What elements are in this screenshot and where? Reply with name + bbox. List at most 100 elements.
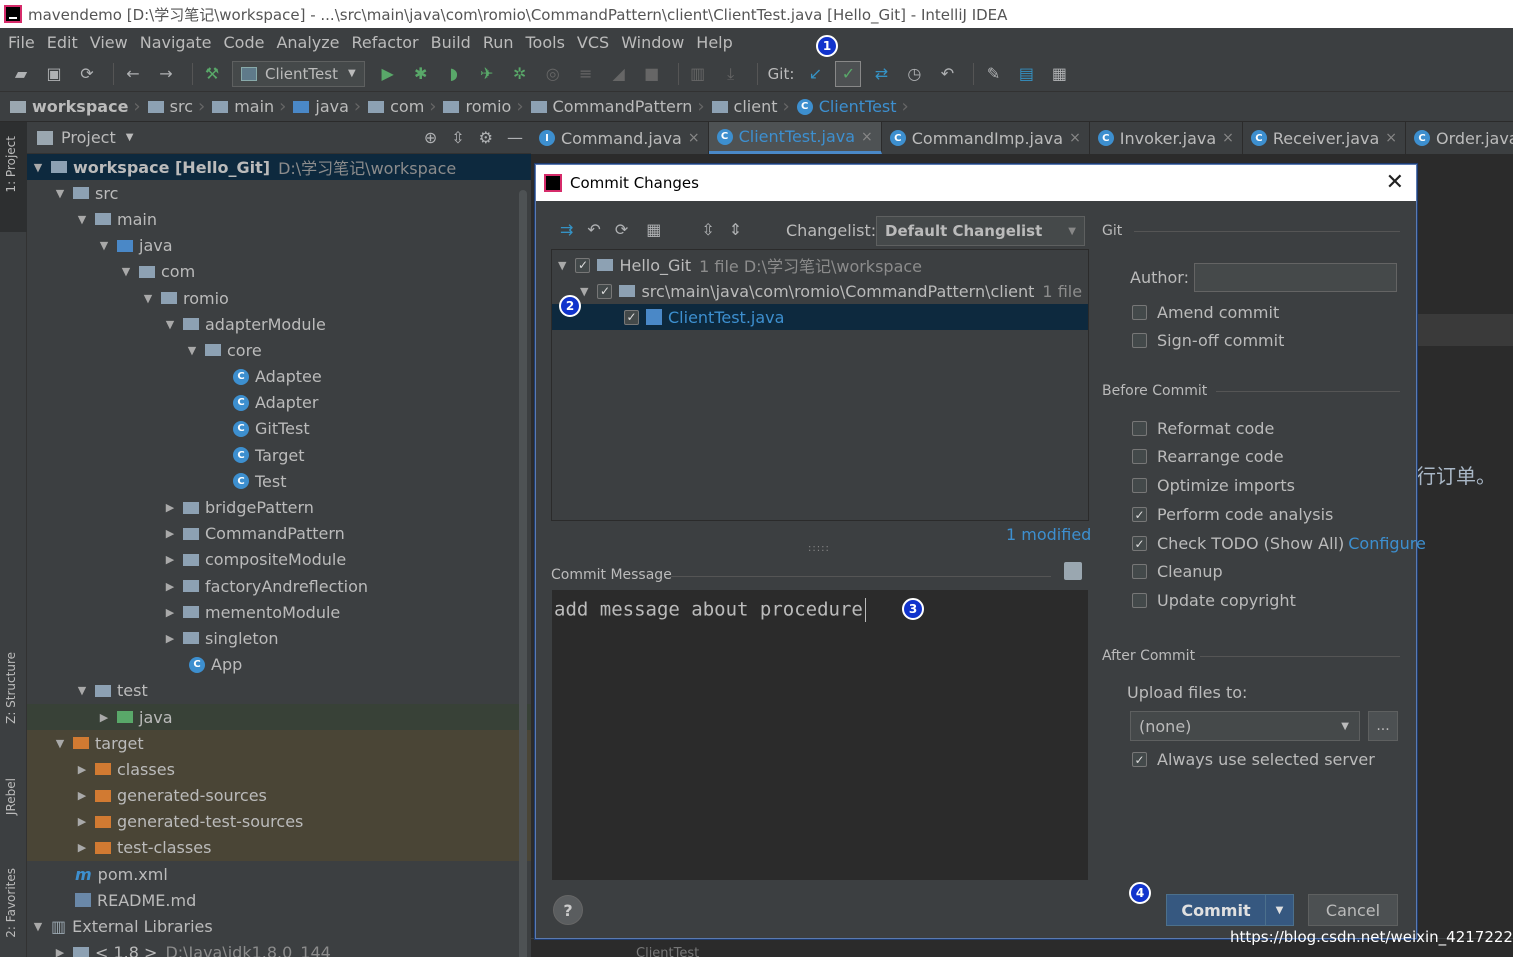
help-button[interactable]: ? [553, 895, 583, 925]
collapsed-arrow-icon[interactable]: ▶ [75, 789, 89, 802]
coverage-icon[interactable]: ◗ [441, 61, 467, 87]
forward-arrow-icon[interactable]: → [153, 61, 179, 87]
tab-commandimp-java[interactable]: C CommandImp.java × [882, 122, 1090, 154]
menu-refactor[interactable]: Refactor [346, 33, 425, 52]
tree-node-jdk[interactable]: ▶ < 1.8 > D:\Java\jdk1.8.0_144 [27, 940, 531, 957]
changes-file-row[interactable]: ✓ ClientTest.java [552, 304, 1088, 330]
upload-server-select[interactable]: (none) ▼ [1130, 711, 1360, 741]
collapsed-arrow-icon[interactable]: ▶ [163, 527, 177, 540]
breadcrumb-clienttest[interactable]: C ClientTest › [796, 96, 916, 117]
vcs-commit-icon[interactable]: ✓ [835, 60, 862, 87]
locate-file-icon[interactable]: ⊕ [424, 128, 437, 147]
build-hammer-icon[interactable]: ⚒ [199, 61, 225, 87]
tree-node-target[interactable]: ▼ target [27, 730, 531, 757]
signoff-checkbox[interactable] [1132, 333, 1147, 348]
expand-arrow-icon[interactable]: ▼ [185, 344, 199, 357]
tree-node-java[interactable]: ▼ java [27, 233, 531, 259]
file-checkbox[interactable]: ✓ [624, 309, 639, 325]
expand-arrow-icon[interactable]: ▼ [75, 213, 89, 226]
rearrange-checkbox[interactable] [1132, 449, 1147, 464]
tree-node-workspace[interactable]: ▼ workspace [Hello_Git] D:\学习笔记\workspace [27, 154, 531, 181]
menu-window[interactable]: Window [615, 33, 690, 52]
close-icon[interactable]: × [1222, 130, 1234, 146]
configure-link[interactable]: Configure [1348, 534, 1426, 553]
menu-tools[interactable]: Tools [520, 33, 571, 52]
collapsed-arrow-icon[interactable]: ▶ [97, 711, 111, 724]
rearrange-code-option[interactable]: Rearrange code [1132, 447, 1284, 466]
run-icon[interactable]: ▶ [375, 61, 401, 87]
tree-node-generated-sources[interactable]: ▶ generated-sources [27, 782, 531, 809]
close-icon[interactable]: × [861, 129, 873, 145]
always-use-server-option[interactable]: ✓ Always use selected server [1132, 750, 1375, 769]
amend-commit-option[interactable]: Amend commit [1132, 303, 1279, 322]
breadcrumb-commandpattern[interactable]: CommandPattern › [530, 96, 712, 117]
tree-node-readme[interactable]: README.md [27, 887, 531, 913]
show-diff-icon[interactable]: ⇉ [560, 220, 573, 239]
jrebel-run-icon[interactable]: ✈ [474, 61, 500, 87]
tree-node-factoryandreflection[interactable]: ▶ factoryAndreflection [27, 573, 531, 599]
sdk-manager-icon[interactable]: ▦ [1046, 61, 1072, 87]
expand-arrow-icon[interactable]: ▼ [31, 161, 45, 174]
breadcrumb-com[interactable]: com › [368, 96, 443, 117]
vcs-history-icon[interactable]: ◷ [901, 61, 927, 87]
tree-node-adapter[interactable]: C Adapter [27, 390, 531, 416]
open-folder-icon[interactable]: ▰ [8, 61, 34, 87]
collapsed-arrow-icon[interactable]: ▶ [53, 946, 67, 957]
check-todo-option[interactable]: ✓ Check TODO (Show All) Configure [1132, 534, 1426, 553]
hot-swap-icon[interactable]: ◢ [606, 61, 632, 87]
always-use-checkbox[interactable]: ✓ [1132, 752, 1147, 767]
expand-arrow-icon[interactable]: ▼ [53, 737, 67, 750]
menu-code[interactable]: Code [218, 33, 271, 52]
commit-message-history-icon[interactable] [1064, 562, 1082, 580]
collapse-all-icon[interactable]: ⇳ [451, 128, 464, 147]
tree-node-pom-xml[interactable]: m pom.xml [27, 861, 531, 887]
attach-icon[interactable]: ≡ [573, 61, 599, 87]
synchronize-icon[interactable]: ⟳ [74, 61, 100, 87]
tree-node-mementomodule[interactable]: ▶ mementoModule [27, 599, 531, 625]
breadcrumb-workspace[interactable]: workspace › [10, 96, 148, 117]
breadcrumb-java[interactable]: java › [293, 96, 368, 117]
tree-node-generated-test-sources[interactable]: ▶ generated-test-sources [27, 808, 531, 835]
analysis-checkbox[interactable]: ✓ [1132, 507, 1147, 522]
menu-run[interactable]: Run [477, 33, 520, 52]
collapsed-arrow-icon[interactable]: ▶ [75, 815, 89, 828]
tree-node-com[interactable]: ▼ com [27, 259, 531, 285]
project-tool-tab[interactable]: 1: Project [4, 136, 18, 193]
tree-node-classes[interactable]: ▶ classes [27, 756, 531, 783]
signoff-commit-option[interactable]: Sign-off commit [1132, 331, 1284, 350]
browse-servers-button[interactable]: ... [1368, 711, 1398, 741]
cleanup-checkbox[interactable] [1132, 564, 1147, 579]
tree-node-singleton[interactable]: ▶ singleton [27, 625, 531, 651]
tree-node-external-libraries[interactable]: ▼ ▥ External Libraries [27, 913, 531, 939]
cancel-button[interactable]: Cancel [1308, 894, 1398, 926]
breadcrumb-main[interactable]: main › [212, 96, 293, 117]
changes-root-row[interactable]: ▼ ✓ Hello_Git 1 file D:\学习笔记\workspace [552, 252, 1088, 278]
debug-bug-icon[interactable]: ✱ [408, 61, 434, 87]
menu-analyze[interactable]: Analyze [270, 33, 345, 52]
tree-node-test-class[interactable]: C Test [27, 468, 531, 494]
close-icon[interactable]: ✕ [1386, 170, 1404, 195]
tree-node-bridgepattern[interactable]: ▶ bridgePattern [27, 494, 531, 520]
download-icon[interactable]: ⤓ [718, 61, 744, 87]
expand-arrow-icon[interactable]: ▼ [97, 239, 111, 252]
vcs-rollback-icon[interactable]: ↶ [934, 61, 960, 87]
perform-code-analysis-option[interactable]: ✓ Perform code analysis [1132, 505, 1333, 524]
tree-node-main[interactable]: ▼ main [27, 206, 531, 232]
collapsed-arrow-icon[interactable]: ▶ [75, 763, 89, 776]
project-scrollbar[interactable] [519, 190, 527, 957]
collapse-all-icon[interactable]: ⇕ [729, 220, 742, 239]
vcs-compare-icon[interactable]: ⇄ [868, 61, 894, 87]
collapsed-arrow-icon[interactable]: ▶ [163, 501, 177, 514]
tree-node-gittest[interactable]: C GitTest [27, 416, 531, 442]
refresh-icon[interactable]: ⟳ [615, 220, 628, 239]
menu-vcs[interactable]: VCS [571, 33, 615, 52]
collapsed-arrow-icon[interactable]: ▶ [163, 553, 177, 566]
cleanup-option[interactable]: Cleanup [1132, 562, 1223, 581]
tab-receiver-java[interactable]: C Receiver.java × [1243, 122, 1406, 154]
chevron-down-icon[interactable]: ▼ [1265, 895, 1293, 925]
author-input[interactable] [1194, 263, 1397, 292]
optimize-imports-option[interactable]: Optimize imports [1132, 476, 1295, 495]
close-icon[interactable]: × [1069, 130, 1081, 146]
breadcrumb-client[interactable]: client › [711, 96, 797, 117]
changelist-select[interactable]: Default Changelist ▼ [876, 216, 1085, 246]
